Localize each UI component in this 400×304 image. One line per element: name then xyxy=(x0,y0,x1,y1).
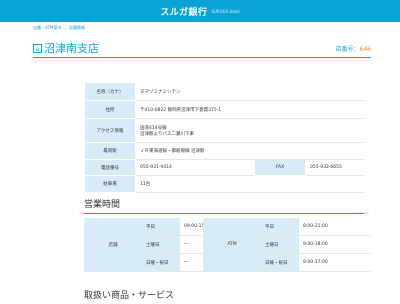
access-line-2: 沼津駅よりバス二瀬川下車 xyxy=(140,131,194,137)
table-row: ATM 平日 8:00-21:00 xyxy=(203,218,371,272)
fax-value: 055-932-6655 xyxy=(305,159,364,176)
branch-hours-label: 店舗 xyxy=(84,218,142,272)
atm-hours-time: 9:00-18:00 xyxy=(299,235,371,254)
table-row: 名称（カナ） ヌマヅミナミシテン xyxy=(84,82,364,101)
table-row: 駐車場 11台 xyxy=(84,175,364,193)
fax-label: FAX xyxy=(254,159,306,176)
bank-building-icon: ⌂ xyxy=(33,43,42,53)
breadcrumb-item-store-atm[interactable]: 店舗・ATM案内 xyxy=(33,25,61,31)
address-value: 〒410-0822 静岡県沼津市下香貫375-1 xyxy=(135,100,364,119)
breadcrumb: 店舗・ATM案内 › 店舗情報 xyxy=(33,23,85,33)
store-number: 店番号：646 xyxy=(336,44,371,53)
access-value: 国道414号線 沼津駅よりバス二瀬川下車 xyxy=(135,118,364,143)
table-row: 住所 〒410-0822 静岡県沼津市下香貫375-1 xyxy=(84,100,364,119)
atm-hours-time: 9:00-17:00 xyxy=(299,253,371,272)
atm-hours-label: ATM xyxy=(203,218,261,272)
name-kana-label: 名称（カナ） xyxy=(84,82,136,101)
atm-hours-time: 8:00-21:00 xyxy=(299,218,371,236)
products-services-title: 取扱い商品・サービス xyxy=(84,291,175,301)
table-row: 最寄駅 ＪＲ東海道線・御殿場線 沼津駅 xyxy=(84,142,364,160)
top-bar: スルガ銀行 SURUGA bank xyxy=(0,0,400,22)
branch-hours-day: 日曜・祝日 xyxy=(142,253,180,272)
business-hours-title: 営業時間 xyxy=(84,197,364,214)
parking-value: 11台 xyxy=(135,175,364,193)
station-value: ＪＲ東海道線・御殿場線 沼津駅 xyxy=(135,142,364,160)
breadcrumb-separator: › xyxy=(64,25,66,31)
branch-info-table: 名称（カナ） ヌマヅミナミシテン 住所 〒410-0822 静岡県沼津市下香貫3… xyxy=(84,82,364,193)
access-label: アクセス情報 xyxy=(84,118,136,143)
branch-header: ⌂ 沼津南支店 店番号：646 xyxy=(33,39,371,58)
atm-hours-day: 土曜日 xyxy=(261,235,299,254)
phone-label: 電話番号 xyxy=(84,159,136,176)
store-number-value: 646 xyxy=(359,45,371,53)
table-row: アクセス情報 国道414号線 沼津駅よりバス二瀬川下車 xyxy=(84,118,364,143)
atm-hours-table: ATM 平日 8:00-21:00 土曜日 9:00-18:00 日曜・祝日 9… xyxy=(203,218,371,272)
name-kana-value: ヌマヅミナミシテン xyxy=(135,82,364,101)
bank-logo-sub: SURUGA bank xyxy=(211,8,240,14)
phone-value[interactable]: 055-931-9414 xyxy=(135,159,255,176)
parking-label: 駐車場 xyxy=(84,175,136,193)
branch-hours-day: 土曜日 xyxy=(142,235,180,254)
station-label: 最寄駅 xyxy=(84,142,136,160)
bank-logo[interactable]: スルガ銀行 xyxy=(160,5,207,18)
atm-hours-day: 平日 xyxy=(261,218,299,236)
branch-hours-day: 平日 xyxy=(142,218,180,236)
atm-hours-day: 日曜・祝日 xyxy=(261,253,299,272)
table-row: 電話番号 055-931-9414 FAX 055-932-6655 xyxy=(84,159,364,176)
breadcrumb-item-store-info: 店舗情報 xyxy=(68,25,85,30)
branch-name: 沼津南支店 xyxy=(44,42,99,55)
store-number-label: 店番号： xyxy=(335,45,360,53)
address-label: 住所 xyxy=(84,100,136,119)
